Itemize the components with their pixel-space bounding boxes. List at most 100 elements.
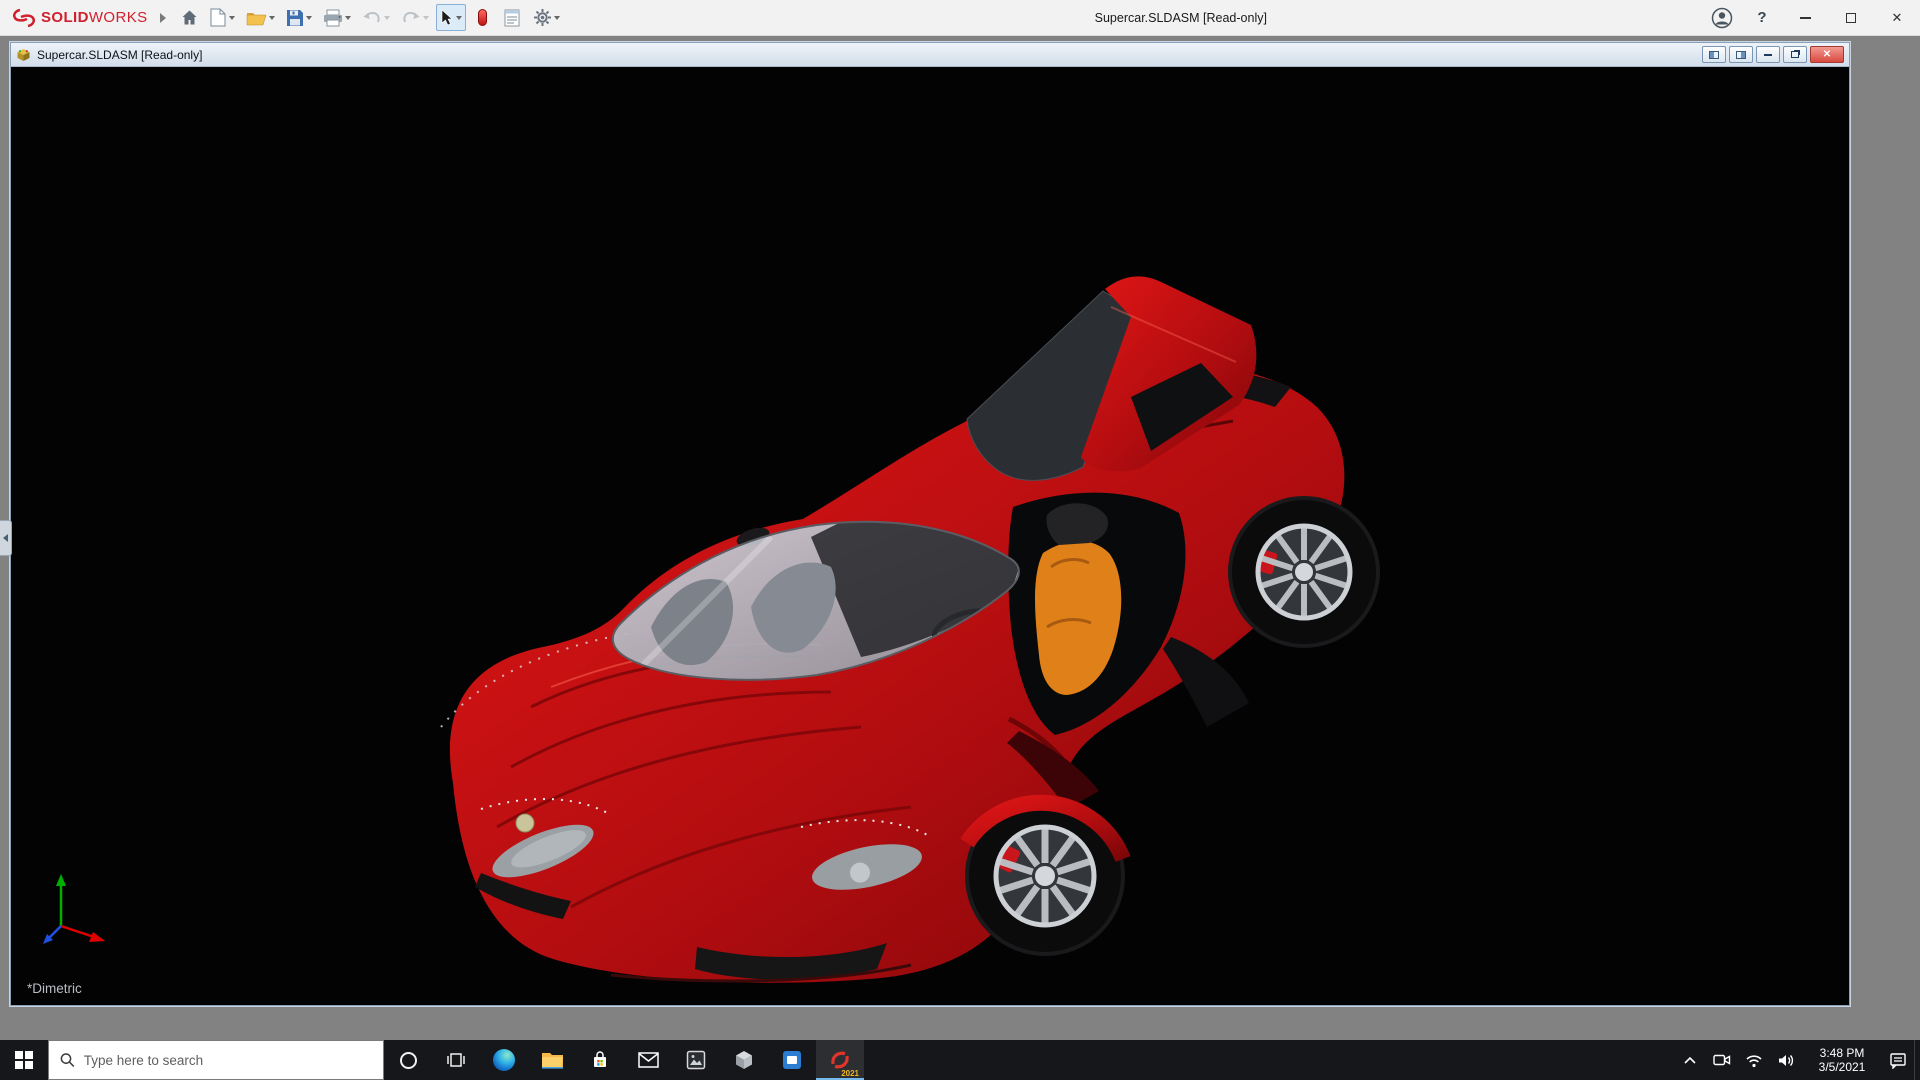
taskbar-app-edge[interactable] bbox=[480, 1040, 528, 1080]
menu-flyout-arrow-icon[interactable] bbox=[159, 12, 166, 23]
mail-icon bbox=[637, 1052, 659, 1068]
maximize-icon bbox=[1846, 12, 1856, 23]
pane-left-button[interactable] bbox=[1702, 46, 1726, 63]
doc-close-button[interactable]: ✕ bbox=[1810, 46, 1844, 63]
show-desktop-button[interactable] bbox=[1914, 1040, 1920, 1080]
taskbar-search[interactable] bbox=[48, 1040, 384, 1080]
solidworks-icon bbox=[831, 1051, 849, 1069]
close-icon: ✕ bbox=[1891, 9, 1903, 25]
action-center-button[interactable] bbox=[1882, 1040, 1914, 1080]
minimize-button[interactable] bbox=[1782, 0, 1828, 35]
pane-right-button[interactable] bbox=[1729, 46, 1753, 63]
meet-now-icon bbox=[1713, 1054, 1731, 1066]
taskbar-app-store[interactable] bbox=[576, 1040, 624, 1080]
minimize-icon bbox=[1799, 16, 1811, 19]
open-button[interactable] bbox=[242, 4, 279, 31]
ds-logo-icon bbox=[12, 8, 36, 27]
panel-collapse-handle[interactable] bbox=[0, 520, 12, 556]
doc-minimize-icon bbox=[1764, 53, 1772, 56]
print-caret[interactable] bbox=[344, 15, 351, 20]
solidworks-titlebar: SOLIDWORKS Supercar.SLDASM [Read-only] ?… bbox=[0, 0, 1920, 36]
brand-text: SOLIDWORKS bbox=[41, 9, 148, 26]
document-window-controls: ✕ bbox=[1702, 46, 1844, 63]
cortana-button[interactable] bbox=[384, 1040, 432, 1080]
start-button[interactable] bbox=[0, 1040, 48, 1080]
close-button[interactable]: ✕ bbox=[1874, 0, 1920, 35]
save-caret[interactable] bbox=[305, 15, 312, 20]
wifi-icon bbox=[1746, 1054, 1762, 1067]
doc-minimize-button[interactable] bbox=[1756, 46, 1780, 63]
undo-caret[interactable] bbox=[383, 15, 390, 20]
clock-time: 3:48 PM bbox=[1819, 1046, 1865, 1060]
taskbar-app-mail[interactable] bbox=[624, 1040, 672, 1080]
save-button[interactable] bbox=[282, 4, 316, 31]
pane-left-icon bbox=[1709, 50, 1719, 59]
store-icon bbox=[594, 1051, 606, 1067]
tray-expand-button[interactable] bbox=[1674, 1040, 1706, 1080]
taskbar-clock[interactable]: 3:48 PM 3/5/2021 bbox=[1802, 1040, 1882, 1080]
appearance-button[interactable] bbox=[469, 4, 496, 31]
options-button[interactable] bbox=[529, 4, 564, 31]
doc-close-icon: ✕ bbox=[1822, 49, 1832, 60]
volume-button[interactable] bbox=[1770, 1040, 1802, 1080]
search-input[interactable] bbox=[83, 1052, 372, 1068]
taskbar-app-solidworks[interactable]: 2021 bbox=[816, 1040, 864, 1080]
network-button[interactable] bbox=[1738, 1040, 1770, 1080]
taskbar-app-photos[interactable] bbox=[672, 1040, 720, 1080]
task-view-icon bbox=[447, 1053, 465, 1067]
redo-icon bbox=[402, 12, 420, 23]
view-orientation-label: *Dimetric bbox=[27, 981, 82, 996]
new-document-icon bbox=[210, 8, 226, 27]
home-button[interactable] bbox=[176, 4, 203, 31]
undo-icon bbox=[363, 12, 380, 23]
windows-taskbar: 2021 3:48 PM bbox=[0, 1040, 1920, 1080]
app-window-controls: ? ✕ bbox=[1702, 0, 1920, 35]
app-window-title: Supercar.SLDASM [Read-only] bbox=[1094, 10, 1267, 25]
system-tray: 3:48 PM 3/5/2021 bbox=[1674, 1040, 1920, 1080]
print-button[interactable] bbox=[319, 4, 355, 31]
doc-restore-button[interactable] bbox=[1783, 46, 1807, 63]
select-caret[interactable] bbox=[455, 15, 462, 20]
new-document-caret[interactable] bbox=[228, 15, 235, 20]
solidworks-version-badge: 2021 bbox=[841, 1069, 859, 1078]
gear-icon bbox=[533, 9, 551, 26]
redo-button[interactable] bbox=[397, 4, 433, 31]
task-view-button[interactable] bbox=[432, 1040, 480, 1080]
document-titlebar[interactable]: Supercar.SLDASM [Read-only] ✕ bbox=[11, 43, 1849, 67]
assembly-icon bbox=[17, 48, 30, 61]
maximize-button[interactable] bbox=[1828, 0, 1874, 35]
taskbar-app-blue[interactable] bbox=[768, 1040, 816, 1080]
doc-restore-icon bbox=[1791, 51, 1799, 58]
design-table-button[interactable] bbox=[499, 4, 526, 31]
car-body[interactable] bbox=[440, 362, 1345, 983]
redo-caret[interactable] bbox=[422, 15, 429, 20]
file-explorer-icon bbox=[541, 1052, 563, 1069]
account-button[interactable] bbox=[1702, 0, 1742, 35]
select-tool-button[interactable] bbox=[435, 4, 466, 31]
graphics-viewport[interactable]: *Dimetric bbox=[11, 67, 1849, 1004]
options-caret[interactable] bbox=[553, 15, 560, 20]
cabin-interior[interactable] bbox=[1008, 492, 1186, 735]
rear-wheel[interactable] bbox=[1228, 496, 1380, 648]
undo-button[interactable] bbox=[358, 4, 394, 31]
appearance-icon bbox=[477, 9, 487, 26]
chevron-up-icon bbox=[1684, 1056, 1696, 1064]
speaker-icon bbox=[1779, 1054, 1794, 1066]
design-table-icon bbox=[504, 9, 520, 26]
meet-now-button[interactable] bbox=[1706, 1040, 1738, 1080]
3d-viewer-icon bbox=[736, 1051, 752, 1069]
home-icon bbox=[182, 10, 197, 25]
taskbar-app-3d-viewer[interactable] bbox=[720, 1040, 768, 1080]
pane-right-icon bbox=[1736, 50, 1746, 59]
orientation-triad bbox=[43, 874, 105, 944]
taskbar-app-file-explorer[interactable] bbox=[528, 1040, 576, 1080]
supercar-3d-model[interactable] bbox=[11, 67, 1849, 1004]
open-folder-icon bbox=[246, 12, 266, 25]
document-title: Supercar.SLDASM [Read-only] bbox=[37, 47, 203, 62]
blue-app-icon bbox=[783, 1051, 801, 1069]
help-button[interactable]: ? bbox=[1742, 0, 1782, 35]
open-caret[interactable] bbox=[268, 15, 275, 20]
left-marker-light bbox=[515, 813, 535, 833]
clock-date: 3/5/2021 bbox=[1818, 1060, 1866, 1074]
new-document-button[interactable] bbox=[206, 4, 239, 31]
